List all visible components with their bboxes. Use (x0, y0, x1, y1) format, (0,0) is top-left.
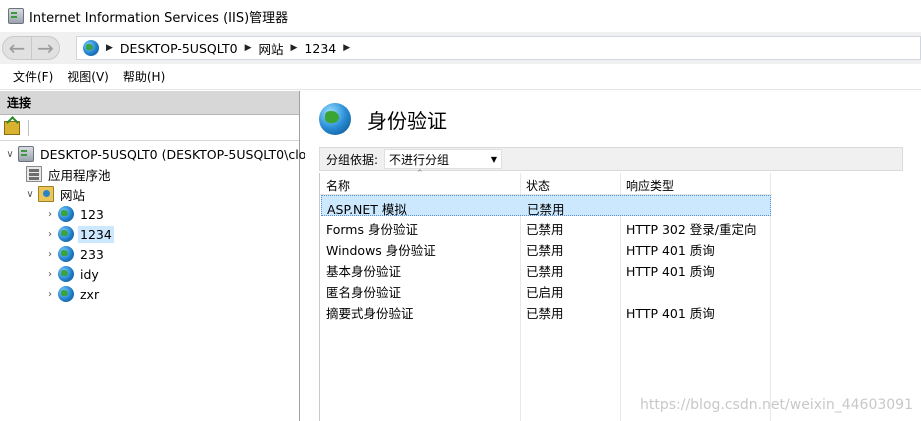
column-header-name[interactable]: 名称 (326, 177, 350, 194)
globe-icon (58, 206, 74, 222)
table-row[interactable]: ASP.NET 模拟 已禁用 (321, 195, 771, 217)
arrow-left-icon: ← (8, 36, 26, 60)
table-row[interactable]: Windows 身份验证 已禁用 HTTP 401 质询 (321, 237, 771, 258)
tree-node-label: DESKTOP-5USQLT0 (DESKTOP-5USQLT0\clo (40, 146, 307, 162)
feature-panel: 身份验证 分组依据: 不进行分组 ▼ ⌃ 名称 状态 响应类型 ASP.NET … (305, 91, 921, 421)
tree-node-label: zxr (80, 286, 100, 302)
app-pool-icon (26, 166, 42, 182)
tree-node-label: 应用程序池 (48, 167, 111, 183)
title-bar: Internet Information Services (IIS)管理器 (0, 0, 921, 32)
row-status: 已禁用 (526, 306, 564, 321)
toolbar-divider (28, 119, 29, 136)
tree-node-app-pools[interactable]: 应用程序池 (26, 164, 113, 184)
watermark-text: https://blog.csdn.net/weixin_44603091 (639, 397, 913, 413)
chevron-down-icon[interactable]: ∨ (4, 149, 16, 160)
feature-list: ⌃ 名称 状态 响应类型 ASP.NET 模拟 已禁用 Forms 身份验证 已… (319, 169, 772, 421)
tree-node-sites[interactable]: ∨ 网站 (24, 184, 87, 204)
chevron-right-icon[interactable]: ▶ (343, 43, 350, 53)
tree-node-label: 233 (80, 246, 104, 262)
chevron-right-icon[interactable]: › (44, 209, 56, 220)
chevron-right-icon[interactable]: › (44, 249, 56, 260)
breadcrumb[interactable]: ▶ DESKTOP-5USQLT0 ▶ 网站 ▶ 1234 ▶ (76, 36, 921, 60)
forward-button[interactable]: → (32, 36, 60, 60)
menu-file[interactable]: 文件(F) (6, 68, 60, 85)
sites-folder-icon (38, 186, 54, 202)
table-row[interactable]: 基本身份验证 已禁用 HTTP 401 质询 (321, 258, 771, 279)
table-row[interactable]: 摘要式身份验证 已禁用 HTTP 401 质询 (321, 300, 771, 321)
column-header-status[interactable]: 状态 (526, 177, 550, 194)
group-by-select[interactable]: 不进行分组 ▼ (384, 149, 503, 169)
chevron-down-icon[interactable]: ∨ (24, 189, 36, 200)
list-header: ⌃ 名称 状态 响应类型 (320, 169, 772, 195)
group-by-value: 不进行分组 (389, 152, 450, 167)
row-status: 已禁用 (526, 222, 564, 237)
row-name: 摘要式身份验证 (326, 306, 414, 321)
tree-node-site[interactable]: › 123 (44, 204, 106, 224)
connections-toolbar (0, 115, 299, 141)
tree-node-label: 1234 (78, 225, 114, 243)
row-status: 已启用 (526, 285, 564, 300)
row-response: HTTP 401 质询 (626, 306, 715, 321)
globe-icon (58, 266, 74, 282)
arrow-right-icon: → (37, 36, 54, 60)
sort-arrow-icon: ⌃ (416, 169, 424, 179)
chevron-right-icon[interactable]: ▶ (106, 43, 113, 53)
chevron-right-icon[interactable]: › (44, 269, 56, 280)
feature-header: 身份验证 (305, 91, 921, 147)
menu-help[interactable]: 帮助(H) (116, 68, 172, 85)
tree-node-label: 123 (80, 206, 104, 222)
tree-node-site[interactable]: › zxr (44, 284, 101, 304)
row-response: HTTP 401 质询 (626, 264, 715, 279)
breadcrumb-sites[interactable]: 网站 (258, 39, 283, 58)
connect-icon[interactable] (4, 120, 20, 135)
back-button[interactable]: ← (2, 36, 32, 60)
window-title: Internet Information Services (IIS)管理器 (29, 10, 289, 26)
chevron-right-icon[interactable]: › (44, 289, 56, 300)
tree-node-site[interactable]: › idy (44, 264, 101, 284)
row-name: Windows 身份验证 (326, 243, 436, 258)
row-name: Forms 身份验证 (326, 222, 418, 237)
breadcrumb-site[interactable]: 1234 (304, 41, 336, 56)
globe-icon (83, 40, 99, 56)
address-bar: ← → ▶ DESKTOP-5USQLT0 ▶ 网站 ▶ 1234 ▶ (0, 32, 921, 64)
chevron-right-icon[interactable]: ▶ (291, 43, 298, 53)
row-status: 已禁用 (526, 243, 564, 258)
connections-header: 连接 (0, 91, 299, 115)
globe-icon (58, 286, 74, 302)
chevron-right-icon[interactable]: › (44, 229, 56, 240)
globe-icon (58, 246, 74, 262)
tree-node-site-selected[interactable]: › 1234 (44, 224, 114, 244)
row-response: HTTP 401 质询 (626, 243, 715, 258)
iis-app-icon (8, 8, 24, 24)
globe-icon (58, 226, 74, 242)
breadcrumb-server[interactable]: DESKTOP-5USQLT0 (120, 41, 238, 56)
table-row[interactable]: 匿名身份验证 已启用 (321, 279, 771, 300)
tree-node-site[interactable]: › 233 (44, 244, 106, 264)
authentication-globe-icon (319, 103, 351, 135)
dropdown-arrow-icon[interactable]: ▼ (491, 155, 497, 164)
column-header-response[interactable]: 响应类型 (626, 177, 674, 194)
group-by-bar: 分组依据: 不进行分组 ▼ (319, 147, 903, 171)
row-response: HTTP 302 登录/重定向 (626, 222, 757, 237)
table-row[interactable]: Forms 身份验证 已禁用 HTTP 302 登录/重定向 (321, 216, 771, 237)
page-title: 身份验证 (367, 108, 447, 133)
server-icon (18, 146, 34, 162)
menu-bar: 文件(F) 视图(V) 帮助(H) (0, 64, 921, 90)
row-name: 匿名身份验证 (326, 285, 402, 300)
tree-node-label: idy (80, 266, 99, 282)
connections-panel: 连接 ∨ DESKTOP-5USQLT0 (DESKTOP-5USQLT0\cl… (0, 91, 306, 421)
tree-node-server[interactable]: ∨ DESKTOP-5USQLT0 (DESKTOP-5USQLT0\clo (4, 144, 308, 164)
group-by-label: 分组依据: (326, 152, 379, 167)
row-name: 基本身份验证 (326, 264, 402, 279)
menu-view[interactable]: 视图(V) (60, 68, 116, 85)
row-status: 已禁用 (526, 264, 564, 279)
chevron-right-icon[interactable]: ▶ (245, 43, 252, 53)
tree-node-label: 网站 (60, 187, 86, 203)
